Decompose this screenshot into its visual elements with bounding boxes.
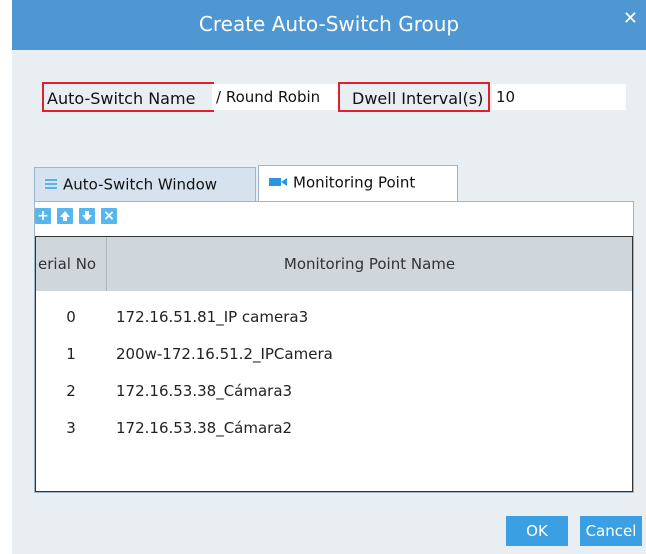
auto-switch-name-input[interactable]: / Round Robin	[212, 84, 340, 110]
dwell-interval-label: Dwell Interval(s)	[338, 82, 490, 112]
serial-cell: 2	[66, 382, 76, 400]
table-row[interactable]: 1 200w-172.16.51.2_IPCamera	[36, 336, 632, 373]
monitoring-point-name-cell: 172.16.53.38_Cámara2	[116, 419, 293, 437]
monitoring-point-name-cell: 172.16.51.81_IP camera3	[116, 308, 309, 326]
tab-label: Monitoring Point	[293, 173, 416, 192]
camera-icon	[269, 166, 287, 198]
serial-cell: 1	[66, 345, 76, 363]
left-edge	[0, 0, 12, 554]
delete-icon[interactable]: ×	[101, 208, 117, 224]
create-auto-switch-dialog: Create Auto-Switch Group ✕ Auto-Switch N…	[0, 0, 646, 554]
cancel-button[interactable]: Cancel	[580, 516, 642, 546]
grid-header: erial No Monitoring Point Name	[36, 237, 632, 291]
table-row[interactable]: 2 172.16.53.38_Cámara3	[36, 373, 632, 410]
table-row[interactable]: 0 172.16.51.81_IP camera3	[36, 299, 632, 336]
dialog-title: Create Auto-Switch Group	[198, 12, 460, 36]
column-header-serial[interactable]: erial No	[38, 237, 104, 291]
close-icon[interactable]: ✕	[623, 10, 638, 28]
serial-cell: 3	[66, 419, 76, 437]
monitoring-point-panel: + × erial No Monitoring Point Name 0 172…	[34, 201, 634, 493]
move-down-icon[interactable]	[79, 208, 95, 224]
auto-switch-name-label: Auto-Switch Name	[42, 82, 214, 112]
grid-icon	[45, 168, 57, 200]
dwell-interval-input[interactable]: 10	[492, 84, 626, 110]
ok-button[interactable]: OK	[506, 516, 568, 546]
tab-monitoring-point[interactable]: Monitoring Point	[258, 165, 458, 201]
table-row[interactable]: 3 172.16.53.38_Cámara2	[36, 410, 632, 447]
tab-auto-switch-window[interactable]: Auto-Switch Window	[34, 167, 256, 201]
move-up-icon[interactable]	[57, 208, 73, 224]
title-bar: Create Auto-Switch Group ✕	[12, 0, 646, 50]
serial-cell: 0	[66, 308, 76, 326]
add-icon[interactable]: +	[35, 208, 51, 224]
column-header-name[interactable]: Monitoring Point Name	[107, 237, 632, 291]
monitoring-point-grid: erial No Monitoring Point Name 0 172.16.…	[35, 236, 633, 492]
monitoring-point-name-cell: 172.16.53.38_Cámara3	[116, 382, 293, 400]
monitoring-point-name-cell: 200w-172.16.51.2_IPCamera	[116, 345, 333, 363]
tab-label: Auto-Switch Window	[63, 175, 218, 194]
